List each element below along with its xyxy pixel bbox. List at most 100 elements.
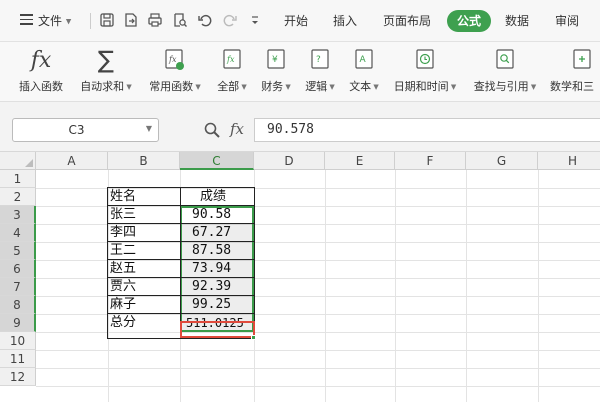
row-header-12[interactable]: 12 bbox=[0, 368, 36, 386]
column-header-a[interactable]: A bbox=[36, 152, 108, 170]
gridline bbox=[36, 368, 600, 369]
menu-icon[interactable] bbox=[20, 14, 33, 25]
zoom-icon[interactable] bbox=[203, 121, 221, 139]
logic-icon: ? bbox=[311, 49, 329, 69]
cell-c3[interactable]: 90.58 bbox=[192, 206, 231, 224]
chevron-down-icon: ▼ bbox=[371, 83, 379, 91]
chevron-down-icon: ▼ bbox=[327, 83, 335, 91]
cell-b6[interactable]: 赵五 bbox=[110, 260, 136, 278]
cell-b3[interactable]: 张三 bbox=[110, 206, 136, 224]
svg-text:fx: fx bbox=[168, 55, 177, 64]
logic-label: 逻辑 bbox=[305, 80, 328, 93]
svg-text:?: ? bbox=[316, 55, 321, 65]
fill-handle[interactable] bbox=[251, 335, 256, 340]
autosum-button[interactable]: ∑ 自动求和 ▼ bbox=[76, 46, 136, 94]
row-header-4[interactable]: 4 bbox=[0, 224, 36, 242]
row-header-5[interactable]: 5 bbox=[0, 242, 36, 260]
cell-c5[interactable]: 87.58 bbox=[192, 242, 231, 260]
cell-c7[interactable]: 92.39 bbox=[192, 278, 231, 296]
common-functions-label: 常用函数 bbox=[149, 80, 194, 93]
row-header-2[interactable]: 2 bbox=[0, 188, 36, 206]
column-header-e[interactable]: E bbox=[325, 152, 395, 170]
column-header-b[interactable]: B bbox=[108, 152, 180, 170]
svg-text:fx: fx bbox=[226, 55, 235, 64]
lookup-reference-button[interactable]: 查找与引用 ▼ bbox=[470, 46, 540, 94]
autosum-label: 自动求和 bbox=[80, 80, 125, 93]
row-header-8[interactable]: 8 bbox=[0, 296, 36, 314]
text-functions-button[interactable]: A 文本 ▼ bbox=[344, 46, 384, 94]
column-header-d[interactable]: D bbox=[254, 152, 325, 170]
cell-b8[interactable]: 麻子 bbox=[110, 296, 136, 314]
cell-c4[interactable]: 67.27 bbox=[192, 224, 231, 242]
lookup-reference-label: 查找与引用 bbox=[473, 80, 529, 93]
cell-b5[interactable]: 王二 bbox=[110, 242, 136, 260]
name-box[interactable]: C3 ▼ bbox=[12, 118, 159, 142]
select-all-corner[interactable] bbox=[0, 152, 36, 170]
date-time-label: 日期和时间 bbox=[393, 80, 449, 93]
common-functions-button[interactable]: fx 常用函数 ▼ bbox=[144, 46, 206, 94]
clock-icon bbox=[416, 49, 434, 69]
cell-b7[interactable]: 贾六 bbox=[110, 278, 136, 296]
text-functions-label: 文本 bbox=[349, 80, 372, 93]
cell-c8[interactable]: 99.25 bbox=[192, 296, 231, 314]
chevron-down-icon: ▼ bbox=[528, 83, 537, 91]
finance-button[interactable]: ¥ 财务 ▼ bbox=[256, 46, 296, 94]
row-header-1[interactable]: 1 bbox=[0, 170, 36, 188]
menu-bar: 文件 ▼ 开始 插入 页面布局 公式 数据 审阅 bbox=[0, 0, 600, 42]
row-header-10[interactable]: 10 bbox=[0, 332, 36, 350]
math-trig-button[interactable]: 数学和三 bbox=[550, 46, 600, 94]
tab-home[interactable]: 开始 bbox=[284, 10, 308, 32]
column-header-f[interactable]: F bbox=[395, 152, 466, 170]
export-pdf-icon[interactable] bbox=[123, 12, 139, 28]
tab-page-layout[interactable]: 页面布局 bbox=[383, 10, 431, 32]
chevron-down-icon: ▼ bbox=[124, 83, 132, 91]
row-header-3[interactable]: 3 bbox=[0, 206, 36, 224]
print-icon[interactable] bbox=[147, 12, 163, 28]
svg-text:¥: ¥ bbox=[272, 55, 278, 65]
all-functions-button[interactable]: fx 全部 ▼ bbox=[212, 46, 252, 94]
print-preview-icon[interactable] bbox=[172, 12, 188, 28]
cell-b9[interactable]: 总分 bbox=[110, 314, 136, 332]
spreadsheet-grid[interactable]: A B C D E F G H 1 2 3 4 5 6 7 8 9 10 11 … bbox=[0, 152, 600, 402]
fx-icon: fx bbox=[30, 47, 52, 73]
tab-insert[interactable]: 插入 bbox=[333, 10, 357, 32]
gridline bbox=[36, 386, 600, 387]
column-header-g[interactable]: G bbox=[466, 152, 538, 170]
chevron-down-icon[interactable]: ▼ bbox=[146, 124, 152, 133]
table-border bbox=[180, 187, 181, 339]
formula-input[interactable]: 90.578 bbox=[254, 118, 600, 142]
divider bbox=[90, 13, 91, 29]
name-box-value: C3 bbox=[68, 123, 85, 137]
sigma-icon: ∑ bbox=[97, 46, 115, 74]
tab-data[interactable]: 数据 bbox=[505, 10, 529, 32]
insert-function-button[interactable]: fx 插入函数 bbox=[14, 46, 68, 94]
row-header-6[interactable]: 6 bbox=[0, 260, 36, 278]
undo-icon[interactable] bbox=[197, 12, 213, 28]
customize-toolbar-icon[interactable] bbox=[247, 12, 263, 28]
chevron-down-icon: ▼ bbox=[239, 83, 247, 91]
row-header-7[interactable]: 7 bbox=[0, 278, 36, 296]
column-header-c[interactable]: C bbox=[180, 152, 254, 170]
cell-c6[interactable]: 73.94 bbox=[192, 260, 231, 278]
row-header-11[interactable]: 11 bbox=[0, 350, 36, 368]
date-time-button[interactable]: 日期和时间 ▼ bbox=[390, 46, 460, 94]
math-trig-label: 数学和三 bbox=[550, 80, 594, 93]
save-icon[interactable] bbox=[99, 12, 115, 28]
file-menu[interactable]: 文件 ▼ bbox=[38, 10, 71, 32]
insert-function-label: 插入函数 bbox=[19, 80, 63, 93]
formula-ribbon: fx 插入函数 ∑ 自动求和 ▼ fx 常用函数 ▼ fx 全部 ▼ ¥ 财务 … bbox=[0, 42, 600, 102]
logic-button[interactable]: ? 逻辑 ▼ bbox=[300, 46, 340, 94]
all-functions-label: 全部 bbox=[217, 80, 240, 93]
finance-icon: ¥ bbox=[267, 49, 285, 69]
column-header-h[interactable]: H bbox=[538, 152, 600, 170]
redo-icon[interactable] bbox=[222, 12, 238, 28]
chevron-down-icon: ▼ bbox=[65, 17, 72, 26]
cell-b4[interactable]: 李四 bbox=[110, 224, 136, 242]
tab-review[interactable]: 审阅 bbox=[555, 10, 579, 32]
insert-function-icon[interactable]: fx bbox=[230, 120, 244, 138]
row-header-9[interactable]: 9 bbox=[0, 314, 36, 332]
tab-formulas[interactable]: 公式 bbox=[447, 10, 492, 32]
cell-c2[interactable]: 成绩 bbox=[200, 188, 226, 206]
file-menu-label: 文件 bbox=[38, 14, 63, 28]
cell-b2[interactable]: 姓名 bbox=[110, 188, 136, 206]
